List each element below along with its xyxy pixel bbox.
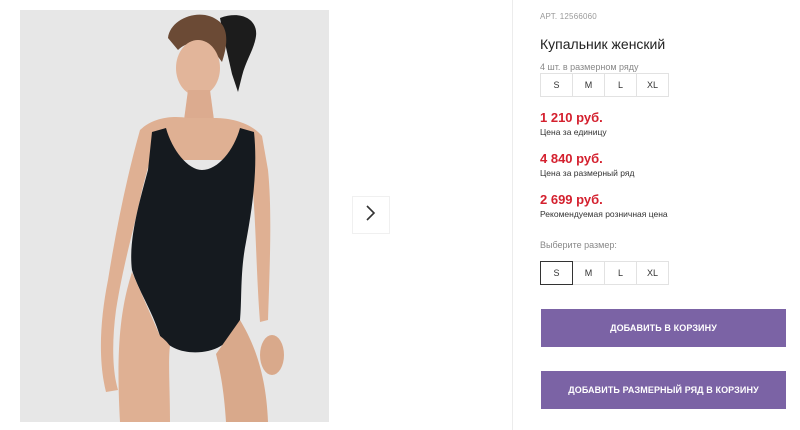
add-pack-to-cart-button[interactable]: Добавить размерный ряд в корзину — [541, 371, 786, 409]
pack-price: 4 840 руб. — [540, 151, 603, 166]
product-photo — [20, 10, 329, 422]
unit-price-label: Цена за единицу — [540, 127, 607, 137]
retail-price: 2 699 руб. — [540, 192, 603, 207]
product-gallery — [0, 0, 513, 430]
product-title: Купальник женский — [540, 36, 666, 52]
product-sku: АРТ. 12566060 — [540, 12, 597, 21]
retail-price-label: Рекомендуемая розничная цена — [540, 209, 668, 219]
size-option-s[interactable]: S — [540, 261, 573, 285]
pack-size-xl: XL — [636, 73, 669, 97]
pack-size-m: M — [572, 73, 605, 97]
pack-size-label: 4 шт. в размерном ряду — [540, 62, 639, 72]
size-option-m[interactable]: M — [572, 261, 605, 285]
size-selector: S M L XL — [540, 261, 669, 285]
pack-size-s: S — [540, 73, 573, 97]
pack-size-list: S M L XL — [540, 73, 669, 97]
choose-size-label: Выберите размер: — [540, 240, 617, 250]
size-option-l[interactable]: L — [604, 261, 637, 285]
gallery-next-button[interactable] — [352, 196, 390, 234]
pack-price-label: Цена за размерный ряд — [540, 168, 635, 178]
add-to-cart-button[interactable]: Добавить в корзину — [541, 309, 786, 347]
product-info-panel: АРТ. 12566060 Купальник женский 4 шт. в … — [540, 0, 795, 430]
pack-size-l: L — [604, 73, 637, 97]
chevron-right-icon — [365, 204, 377, 226]
size-option-xl[interactable]: XL — [636, 261, 669, 285]
unit-price: 1 210 руб. — [540, 110, 603, 125]
